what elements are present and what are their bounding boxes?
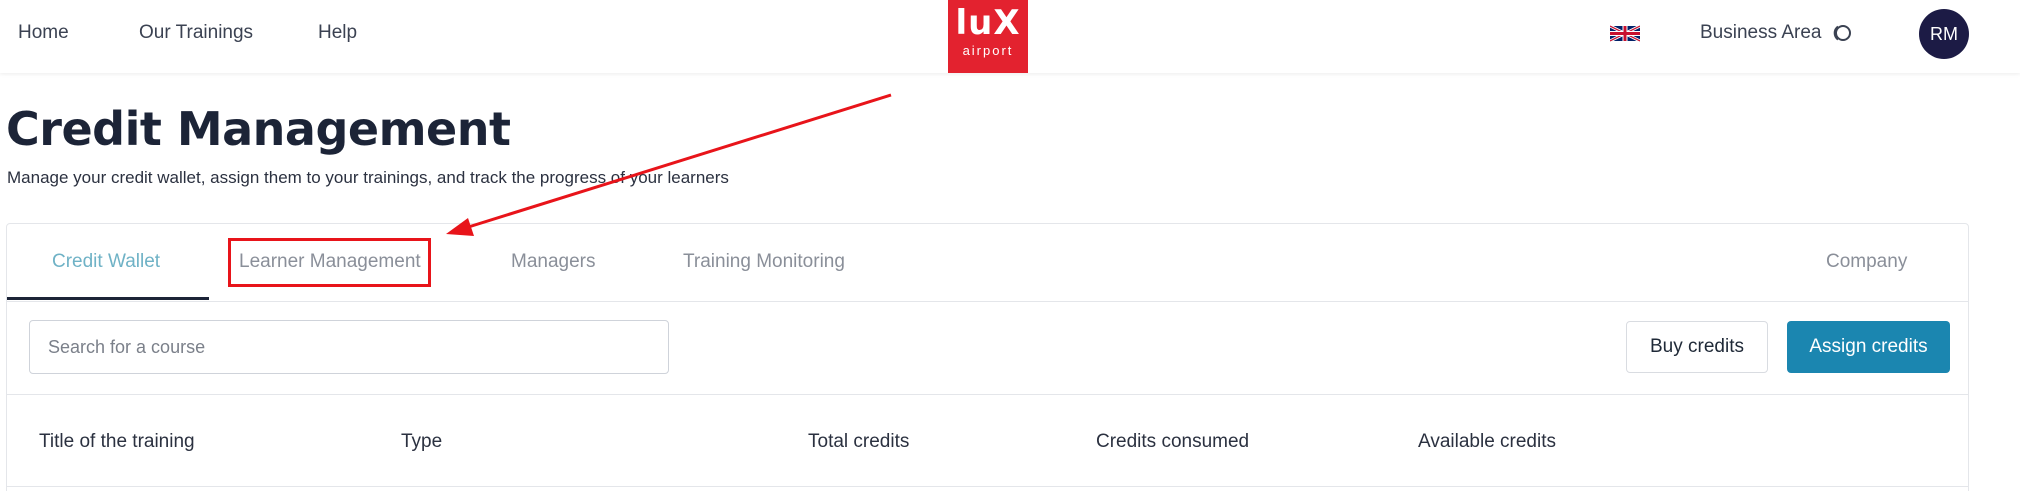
column-header-total-credits[interactable]: Total credits	[808, 431, 909, 453]
annotation-highlight-box	[228, 238, 431, 287]
divider	[7, 394, 1968, 395]
nav-link-help[interactable]: Help	[318, 22, 357, 44]
nav-link-home[interactable]: Home	[18, 22, 69, 44]
tab-company[interactable]: Company	[1826, 251, 1907, 273]
top-navigation: Home Our Trainings Help luX airport Busi…	[0, 0, 2020, 73]
course-search-input[interactable]	[29, 320, 669, 374]
page: Home Our Trainings Help luX airport Busi…	[0, 0, 2020, 491]
uk-flag-icon[interactable]	[1610, 23, 1640, 44]
active-tab-indicator	[7, 297, 209, 300]
lux-airport-logo[interactable]: luX airport	[948, 0, 1028, 73]
tab-training-monitoring[interactable]: Training Monitoring	[683, 251, 845, 273]
column-header-type[interactable]: Type	[401, 431, 442, 453]
toggle-ring-icon[interactable]	[1829, 23, 1853, 43]
buy-credits-button[interactable]: Buy credits	[1626, 321, 1768, 373]
divider	[7, 486, 1968, 487]
column-header-credits-consumed[interactable]: Credits consumed	[1096, 431, 1249, 453]
logo-subtitle: airport	[962, 43, 1014, 58]
user-avatar[interactable]: RM	[1919, 9, 1969, 59]
logo-wordmark: luX	[955, 3, 1021, 43]
page-subtitle: Manage your credit wallet, assign them t…	[7, 168, 729, 187]
tab-credit-wallet[interactable]: Credit Wallet	[52, 251, 160, 273]
page-title: Credit Management	[6, 102, 511, 156]
tab-managers[interactable]: Managers	[511, 251, 596, 273]
assign-credits-button[interactable]: Assign credits	[1787, 321, 1950, 373]
column-header-title[interactable]: Title of the training	[39, 431, 195, 453]
column-header-available-credits[interactable]: Available credits	[1418, 431, 1556, 453]
business-area-link[interactable]: Business Area	[1700, 22, 1821, 44]
nav-link-our-trainings[interactable]: Our Trainings	[139, 22, 253, 44]
